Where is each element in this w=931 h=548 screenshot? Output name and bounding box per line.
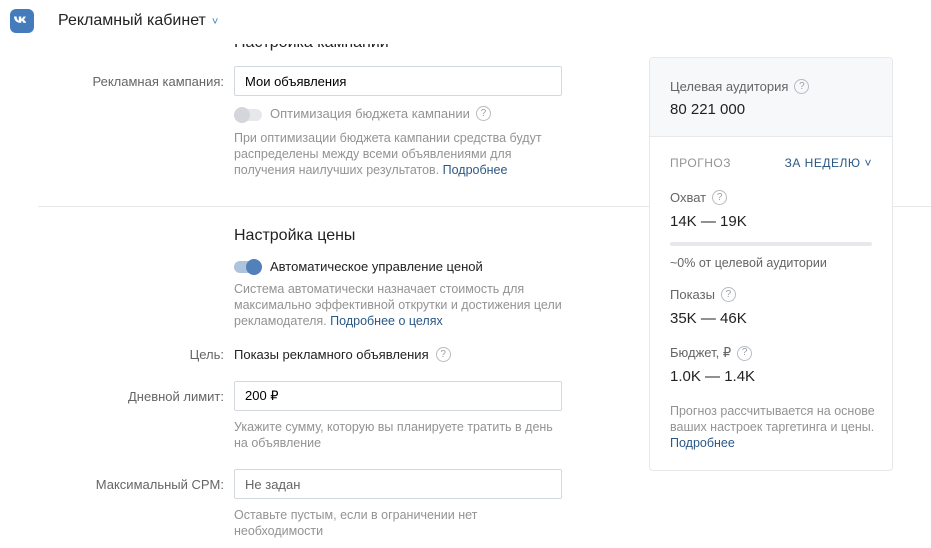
campaign-input[interactable] xyxy=(234,66,562,96)
chevron-down-icon: ˅ xyxy=(211,16,219,28)
forecast-note-link[interactable]: Подробнее xyxy=(670,436,735,450)
cabinet-title[interactable]: Рекламный кабинет ˅ xyxy=(58,12,218,30)
budget-optimization-toggle[interactable] xyxy=(234,107,262,123)
vk-logo-icon[interactable] xyxy=(10,9,34,33)
budget-optimization-row: Оптимизация бюджета кампании ? xyxy=(270,106,491,121)
budget-value: 1.0K — 1.4K xyxy=(670,368,756,385)
audience-label-row: Целевая аудитория ? xyxy=(670,79,810,94)
reach-label: Охват xyxy=(670,190,707,205)
vk-logo-glyph xyxy=(14,16,27,23)
budget-optimization-label: Оптимизация бюджета кампании xyxy=(270,106,470,121)
question-mark-icon[interactable]: ? xyxy=(794,79,810,94)
campaign-label: Рекламная кампания: xyxy=(92,74,224,89)
daily-limit-label: Дневной лимит: xyxy=(127,389,224,404)
forecast-note-text: Прогноз рассчитывается на основе ваших н… xyxy=(670,404,875,434)
question-mark-icon[interactable]: ? xyxy=(712,190,728,205)
auto-price-hint: Система автоматически назначает стоимост… xyxy=(234,281,584,329)
period-dropdown[interactable]: ЗА НЕДЕЛЮ ˅ xyxy=(785,156,872,170)
budget-label: Бюджет, ₽ xyxy=(670,345,732,360)
goal-label: Цель: xyxy=(189,347,224,362)
reach-share: ~0% от целевой аудитории xyxy=(670,256,827,270)
forecast-label: ПРОГНОЗ xyxy=(670,156,731,170)
auto-price-label: Автоматическое управление ценой xyxy=(270,259,483,274)
forecast-note: Прогноз рассчитывается на основе ваших н… xyxy=(670,403,880,451)
reach-value: 14K — 19K xyxy=(670,213,747,230)
question-mark-icon[interactable]: ? xyxy=(720,287,736,302)
question-mark-icon[interactable]: ? xyxy=(435,347,451,362)
period-label: ЗА НЕДЕЛЮ xyxy=(784,156,861,170)
impressions-value: 35K — 46K xyxy=(670,310,747,327)
audience-label: Целевая аудитория xyxy=(670,79,789,94)
max-cpm-hint: Оставьте пустым, если в ограничении нет … xyxy=(234,508,478,538)
budget-optimization-hint: При оптимизации бюджета кампании средств… xyxy=(234,130,564,178)
top-header: Рекламный кабинет ˅ xyxy=(0,0,931,44)
budget-hint-link[interactable]: Подробнее xyxy=(443,163,508,177)
max-cpm-label: Максимальный CPM: xyxy=(95,477,224,492)
goals-link[interactable]: Подробнее о целях xyxy=(330,314,443,328)
toggle-knob xyxy=(246,259,262,275)
audience-value: 80 221 000 xyxy=(670,101,746,118)
audience-block xyxy=(650,58,892,137)
toggle-knob xyxy=(234,107,250,123)
price-section-title: Настройка цены xyxy=(234,227,356,244)
forecast-panel: Целевая аудитория ? 80 221 000 ПРОГНОЗ З… xyxy=(649,57,893,471)
chevron-down-icon: ˅ xyxy=(864,156,872,170)
cabinet-title-text: Рекламный кабинет xyxy=(58,12,206,29)
question-mark-icon[interactable]: ? xyxy=(737,345,753,361)
daily-limit-hint: Укажите сумму, которую вы планируете тра… xyxy=(234,420,553,450)
budget-label-row: Бюджет, ₽ ? xyxy=(670,345,753,361)
goal-row: Показы рекламного объявления ? xyxy=(234,347,451,362)
question-mark-icon[interactable]: ? xyxy=(475,106,491,121)
max-cpm-input[interactable] xyxy=(234,469,562,499)
reach-progress-bar xyxy=(670,242,872,246)
daily-limit-input[interactable] xyxy=(234,381,562,411)
impressions-label-row: Показы ? xyxy=(670,287,736,302)
impressions-label: Показы xyxy=(670,287,715,302)
reach-label-row: Охват ? xyxy=(670,190,728,205)
goal-value: Показы рекламного объявления xyxy=(234,347,429,362)
auto-price-toggle[interactable] xyxy=(234,259,262,275)
